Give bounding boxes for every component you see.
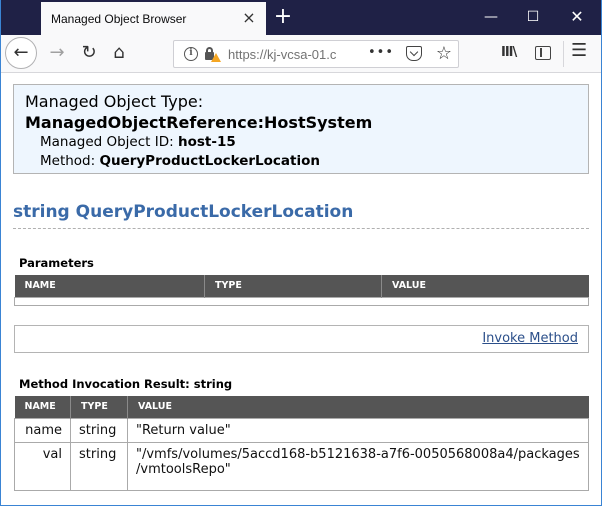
table-row: name string "Return value" <box>14 417 589 443</box>
object-id-line: Managed Object ID: host-15 <box>25 133 577 152</box>
maximize-button[interactable]: ☐ <box>513 4 553 30</box>
back-button[interactable]: ← <box>5 37 37 69</box>
url-text[interactable]: https://kj-vcsa-01.c <box>228 47 378 62</box>
close-tab-icon[interactable]: × <box>240 9 258 27</box>
object-type-value: ManagedObjectReference:HostSystem <box>25 113 373 132</box>
cell-type: string <box>70 417 128 443</box>
column-header-type: TYPE <box>204 275 382 297</box>
column-header-name: NAME <box>14 275 205 297</box>
tab-managed-object-browser[interactable]: Managed Object Browser × <box>41 2 266 35</box>
insecure-lock-icon[interactable] <box>204 46 221 62</box>
cell-value: "/vmfs/volumes/5accd168-b5121638-a7f6-00… <box>127 441 589 491</box>
column-header-name: NAME <box>14 396 71 418</box>
browser-window: Managed Object Browser × + — ☐ ✕ ← → ↻ ⌂… <box>1 0 601 505</box>
cell-name: name <box>14 417 71 443</box>
tab-title: Managed Object Browser <box>51 11 187 26</box>
column-header-value: VALUE <box>127 396 589 418</box>
invoke-method-link[interactable]: Invoke Method <box>482 331 578 346</box>
object-id-label: Managed Object ID: <box>40 134 174 150</box>
cell-type: string <box>70 441 128 491</box>
info-icon[interactable]: i <box>184 47 198 61</box>
cell-name: val <box>14 441 71 491</box>
home-button[interactable]: ⌂ <box>105 39 133 67</box>
result-table: NAME TYPE VALUE name string "Return valu… <box>14 396 589 491</box>
reload-button[interactable]: ↻ <box>75 39 103 67</box>
column-header-type: TYPE <box>70 396 128 418</box>
pocket-icon[interactable] <box>406 46 422 61</box>
managed-object-info: Managed Object Type: ManagedObjectRefere… <box>13 84 589 174</box>
new-tab-button[interactable]: + <box>271 6 295 30</box>
object-type-label: Managed Object Type: <box>25 92 204 111</box>
minimize-button[interactable]: — <box>471 4 511 30</box>
empty-row <box>14 296 589 306</box>
invoke-box: Invoke Method <box>14 325 589 353</box>
table-header: NAME TYPE VALUE <box>14 396 589 418</box>
cell-value: "Return value" <box>127 417 589 443</box>
page-actions-icon[interactable]: ••• <box>368 45 394 60</box>
method-value: QueryProductLockerLocation <box>99 153 321 169</box>
tab-strip: Managed Object Browser × + — ☐ ✕ <box>1 0 601 35</box>
column-header-value: VALUE <box>381 275 589 297</box>
menu-icon[interactable]: ☰ <box>571 40 587 61</box>
method-label: Method: <box>40 153 96 169</box>
library-icon[interactable]: III\ <box>501 45 517 60</box>
table-row: val string "/vmfs/volumes/5accd168-b5121… <box>14 441 589 491</box>
sidebar-icon[interactable] <box>535 46 551 60</box>
navigation-toolbar: ← → ↻ ⌂ i https://kj-vcsa-01.c ••• ☆ III… <box>1 35 601 73</box>
parameters-table: NAME TYPE VALUE <box>14 275 589 306</box>
forward-button[interactable]: → <box>43 39 71 67</box>
result-heading: Method Invocation Result: string <box>19 377 233 391</box>
divider <box>13 228 589 229</box>
method-line: Method: QueryProductLockerLocation <box>25 152 577 171</box>
address-bar[interactable]: i https://kj-vcsa-01.c ••• ☆ <box>173 40 459 68</box>
object-id-value: host-15 <box>177 134 236 150</box>
parameters-heading: Parameters <box>19 256 94 270</box>
table-header: NAME TYPE VALUE <box>14 275 589 297</box>
method-signature-title: string QueryProductLockerLocation <box>13 202 354 222</box>
page-content: Managed Object Type: ManagedObjectRefere… <box>1 74 601 505</box>
toolbar-divider <box>563 41 564 67</box>
bookmark-star-icon[interactable]: ☆ <box>436 43 452 65</box>
close-window-button[interactable]: ✕ <box>557 4 597 30</box>
